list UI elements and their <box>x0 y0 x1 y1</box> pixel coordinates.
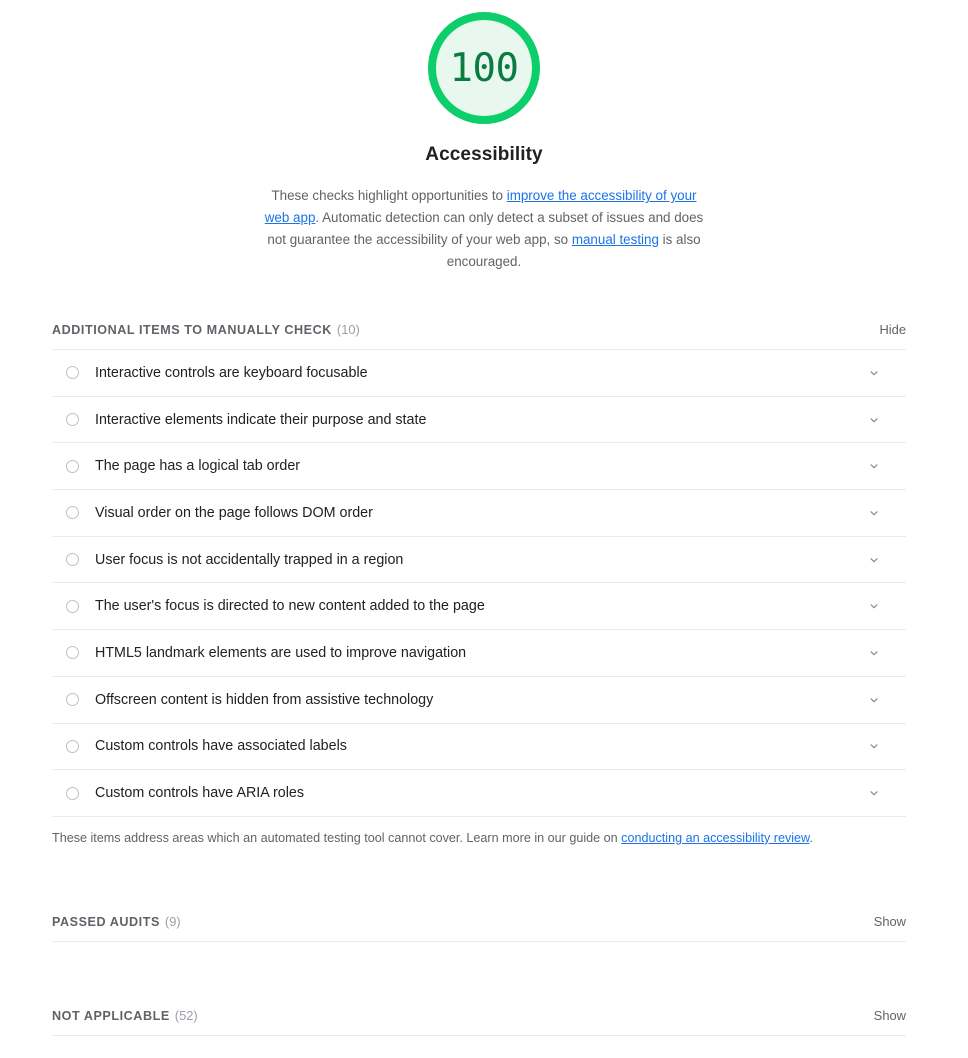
not-applicable-header-left: NOT APPLICABLE (52) <box>52 1008 198 1023</box>
page-title: Accessibility <box>425 144 543 165</box>
audit-title: The page has a logical tab order <box>95 458 301 475</box>
audit-row[interactable]: The user's focus is directed to new cont… <box>52 583 906 631</box>
not-applicable-count: (52) <box>174 1008 198 1023</box>
passed-audits-title: PASSED AUDITS <box>52 915 160 929</box>
passed-audits-section: PASSED AUDITS (9) Show <box>52 914 906 942</box>
chevron-down-icon[interactable] <box>867 366 881 380</box>
chevron-down-icon[interactable] <box>867 413 881 427</box>
chevron-down-icon[interactable] <box>867 693 881 707</box>
audit-row[interactable]: Visual order on the page follows DOM ord… <box>52 490 906 537</box>
audit-title: Interactive controls are keyboard focusa… <box>95 364 368 381</box>
chevron-down-icon[interactable] <box>867 553 881 567</box>
manual-checks-toggle-button[interactable]: Hide <box>879 322 906 337</box>
manual-checks-header[interactable]: ADDITIONAL ITEMS TO MANUALLY CHECK (10) … <box>52 322 906 350</box>
audit-row[interactable]: The page has a logical tab order <box>52 443 906 491</box>
audit-title: Offscreen content is hidden from assisti… <box>95 691 434 708</box>
circle-outline-icon <box>66 693 79 707</box>
circle-outline-icon <box>66 739 79 753</box>
audit-row[interactable]: HTML5 landmark elements are used to impr… <box>52 630 906 677</box>
audit-title: Interactive elements indicate their purp… <box>95 411 427 428</box>
manual-checks-section: ADDITIONAL ITEMS TO MANUALLY CHECK (10) … <box>52 322 906 847</box>
audit-row[interactable]: Offscreen content is hidden from assisti… <box>52 677 906 724</box>
audit-row[interactable]: Interactive elements indicate their purp… <box>52 397 906 444</box>
audit-title: The user's focus is directed to new cont… <box>95 598 485 615</box>
chevron-down-icon[interactable] <box>867 599 881 613</box>
manual-checks-count: (10) <box>336 322 360 337</box>
accessibility-score-gauge[interactable]: 100 <box>428 12 540 124</box>
passed-audits-toggle-button[interactable]: Show <box>874 914 906 929</box>
category-description: These checks highlight opportunities to … <box>262 185 706 273</box>
score-gauge-block: 100 Accessibility <box>0 0 968 166</box>
gauge-score-value: 100 <box>449 45 519 91</box>
audit-title: HTML5 landmark elements are used to impr… <box>95 644 467 661</box>
passed-audits-header-left: PASSED AUDITS (9) <box>52 914 181 929</box>
description-text-1: These checks highlight opportunities to <box>271 188 507 203</box>
audit-row[interactable]: User focus is not accidentally trapped i… <box>52 537 906 584</box>
manual-checks-note-text-1: These items address areas which an autom… <box>52 830 622 845</box>
not-applicable-section: NOT APPLICABLE (52) Show <box>52 1008 906 1036</box>
circle-outline-icon <box>66 413 79 427</box>
chevron-down-icon[interactable] <box>867 739 881 753</box>
circle-outline-icon <box>66 599 79 613</box>
manual-checks-note: These items address areas which an autom… <box>52 829 906 847</box>
manual-checks-title: ADDITIONAL ITEMS TO MANUALLY CHECK <box>52 323 332 337</box>
chevron-down-icon[interactable] <box>867 506 881 520</box>
chevron-down-icon[interactable] <box>867 786 881 800</box>
circle-outline-icon <box>66 786 79 800</box>
manual-checks-note-text-2: . <box>809 830 813 845</box>
passed-audits-count: (9) <box>164 914 181 929</box>
not-applicable-toggle-button[interactable]: Show <box>874 1008 906 1023</box>
circle-outline-icon <box>66 553 79 567</box>
circle-outline-icon <box>66 646 79 660</box>
chevron-down-icon[interactable] <box>867 459 881 473</box>
audit-row[interactable]: Custom controls have ARIA roles <box>52 770 906 817</box>
audit-row[interactable]: Interactive controls are keyboard focusa… <box>52 350 906 397</box>
accessibility-review-link[interactable]: conducting an accessibility review <box>621 831 809 845</box>
circle-outline-icon <box>66 366 79 380</box>
manual-testing-link[interactable]: manual testing <box>572 232 659 247</box>
chevron-down-icon[interactable] <box>867 646 881 660</box>
circle-outline-icon <box>66 506 79 520</box>
passed-audits-header[interactable]: PASSED AUDITS (9) Show <box>52 914 906 942</box>
audit-title: Visual order on the page follows DOM ord… <box>95 504 373 521</box>
audit-row[interactable]: Custom controls have associated labels <box>52 724 906 771</box>
audit-title: Custom controls have associated labels <box>95 738 347 755</box>
manual-checks-list: Interactive controls are keyboard focusa… <box>52 350 906 817</box>
not-applicable-title: NOT APPLICABLE <box>52 1009 170 1023</box>
audit-title: Custom controls have ARIA roles <box>95 785 304 802</box>
not-applicable-header[interactable]: NOT APPLICABLE (52) Show <box>52 1008 906 1036</box>
circle-outline-icon <box>66 459 79 473</box>
manual-checks-header-left: ADDITIONAL ITEMS TO MANUALLY CHECK (10) <box>52 322 360 337</box>
audit-title: User focus is not accidentally trapped i… <box>95 551 404 568</box>
